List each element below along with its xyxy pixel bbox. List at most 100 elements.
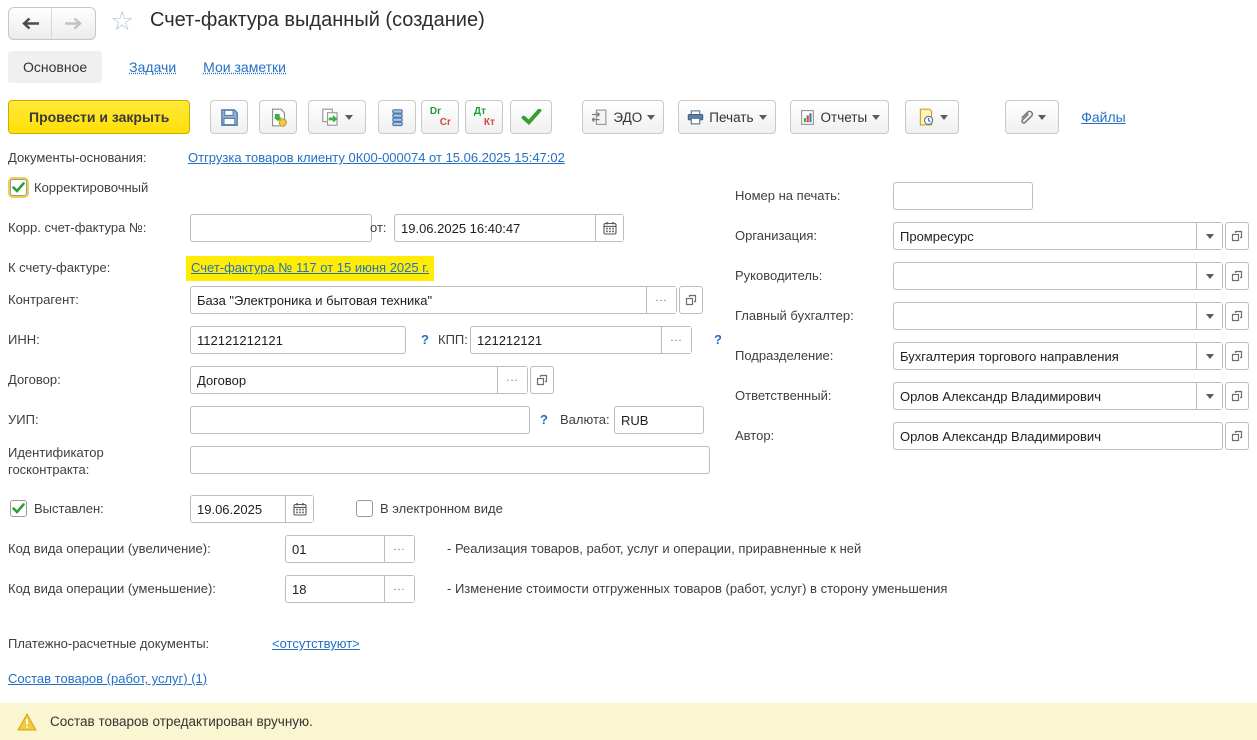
uip-label: УИП: — [8, 406, 39, 434]
base-document-link[interactable]: Отгрузка товаров клиенту 0К00-000074 от … — [188, 147, 565, 169]
op-code-increase-select-button[interactable]: ... — [384, 536, 414, 562]
op-code-decrease-description: - Изменение стоимости отгруженных товаро… — [447, 575, 947, 603]
counterparty-select-button[interactable]: ... — [646, 287, 676, 313]
department-dropdown-button[interactable] — [1196, 343, 1222, 369]
corr-invoice-number-input[interactable] — [191, 215, 371, 241]
op-code-decrease-input[interactable] — [286, 576, 384, 602]
payment-docs-label: Платежно-расчетные документы: — [8, 630, 209, 658]
op-code-increase-label: Код вида операции (увеличение): — [8, 535, 211, 563]
dropdown-arrow-icon — [1038, 115, 1046, 120]
report-chart-icon — [799, 109, 816, 126]
payment-docs-link[interactable]: <отсутствуют> — [272, 630, 360, 658]
attachments-button[interactable] — [1005, 100, 1059, 134]
electronic-checkbox[interactable] — [356, 500, 373, 517]
manager-input[interactable] — [894, 263, 1196, 289]
op-code-increase-input[interactable] — [286, 536, 384, 562]
warning-text: Состав товаров отредактирован вручную. — [50, 714, 313, 729]
manager-label: Руководитель: — [735, 262, 822, 290]
open-icon — [1231, 350, 1243, 362]
open-icon — [1231, 430, 1243, 442]
scheduled-document-button[interactable] — [905, 100, 959, 134]
organization-open-button[interactable] — [1225, 222, 1249, 250]
inn-label: ИНН: — [8, 326, 40, 354]
files-link[interactable]: Файлы — [1081, 109, 1125, 125]
organization-dropdown-button[interactable] — [1196, 223, 1222, 249]
corr-invoice-date-input[interactable] — [395, 215, 595, 241]
forward-button[interactable] — [52, 8, 95, 39]
reports-button[interactable]: Отчеты — [790, 100, 890, 134]
gov-contract-input[interactable] — [191, 447, 709, 473]
register-records-icon — [388, 108, 407, 127]
calendar-button[interactable] — [595, 215, 623, 241]
paperclip-icon — [1018, 109, 1033, 126]
page-title: Счет-фактура выданный (создание) — [150, 9, 485, 32]
op-code-decrease-select-button[interactable]: ... — [384, 576, 414, 602]
chief-accountant-dropdown-button[interactable] — [1196, 303, 1222, 329]
counterparty-input[interactable] — [191, 287, 646, 313]
to-invoice-link[interactable]: Счет-фактура № 117 от 15 июня 2025 г. — [191, 260, 429, 275]
organization-label: Организация: — [735, 222, 817, 250]
document-movements-button[interactable] — [378, 100, 416, 134]
dtkt-button[interactable]: ДтКт — [465, 100, 503, 134]
inn-help-link[interactable]: ? — [421, 326, 429, 354]
print-number-input[interactable] — [894, 183, 1032, 209]
chief-accountant-input[interactable] — [894, 303, 1196, 329]
calendar-button[interactable] — [285, 496, 313, 522]
drcr-button[interactable]: DrCr — [421, 100, 459, 134]
tab-main[interactable]: Основное — [8, 51, 102, 83]
tab-tasks[interactable]: Задачи — [129, 59, 176, 75]
inn-input[interactable] — [191, 327, 405, 353]
manager-dropdown-button[interactable] — [1196, 263, 1222, 289]
department-open-button[interactable] — [1225, 342, 1249, 370]
post-document-button[interactable] — [259, 100, 297, 134]
corr-invoice-number-field — [190, 214, 372, 242]
edo-label: ЭДО — [613, 110, 642, 125]
contract-open-button[interactable] — [530, 366, 554, 394]
counterparty-open-button[interactable] — [679, 286, 703, 314]
chief-accountant-open-button[interactable] — [1225, 302, 1249, 330]
kpp-select-button[interactable]: ... — [661, 327, 691, 353]
back-button[interactable] — [9, 8, 52, 39]
check-button[interactable] — [510, 100, 552, 134]
kpp-help-link[interactable]: ? — [714, 326, 722, 354]
chief-accountant-field — [893, 302, 1223, 330]
gov-contract-label: Идентификатор госконтракта: — [8, 444, 104, 478]
uip-input[interactable] — [191, 407, 529, 433]
author-input[interactable] — [894, 423, 1222, 449]
edo-button[interactable]: ЭДО — [582, 100, 664, 134]
warning-triangle-icon — [17, 713, 37, 731]
save-button[interactable] — [210, 100, 248, 134]
responsible-input[interactable] — [894, 383, 1196, 409]
issued-date-input[interactable] — [191, 496, 285, 522]
department-input[interactable] — [894, 343, 1196, 369]
manager-open-button[interactable] — [1225, 262, 1249, 290]
favorite-star-icon[interactable]: ☆ — [110, 6, 134, 37]
dtkt-icon: ДтКт — [473, 106, 496, 129]
print-button[interactable]: Печать — [678, 100, 775, 134]
organization-input[interactable] — [894, 223, 1196, 249]
currency-input[interactable] — [615, 407, 703, 433]
responsible-dropdown-button[interactable] — [1196, 383, 1222, 409]
document-clock-icon — [917, 108, 935, 126]
contract-input[interactable] — [191, 367, 497, 393]
post-and-close-button[interactable]: Провести и закрыть — [8, 100, 190, 134]
corr-invoice-from-label: от: — [370, 214, 387, 242]
corrective-checkbox[interactable] — [10, 179, 27, 196]
kpp-input[interactable] — [471, 327, 661, 353]
uip-help-link[interactable]: ? — [540, 406, 548, 434]
organization-field — [893, 222, 1223, 250]
contract-select-button[interactable]: ... — [497, 367, 527, 393]
floppy-save-icon — [220, 108, 239, 127]
uip-field — [190, 406, 530, 434]
dropdown-arrow-icon — [872, 115, 880, 120]
create-based-on-button[interactable] — [308, 100, 366, 134]
goods-list-link[interactable]: Состав товаров (работ, услуг) (1) — [8, 665, 207, 693]
responsible-open-button[interactable] — [1225, 382, 1249, 410]
open-icon — [1231, 230, 1243, 242]
electronic-label: В электронном виде — [380, 495, 503, 523]
issued-checkbox[interactable] — [10, 500, 27, 517]
reports-label: Отчеты — [821, 110, 868, 125]
author-open-button[interactable] — [1225, 422, 1249, 450]
tab-notes[interactable]: Мои заметки — [203, 59, 286, 75]
currency-field — [614, 406, 704, 434]
